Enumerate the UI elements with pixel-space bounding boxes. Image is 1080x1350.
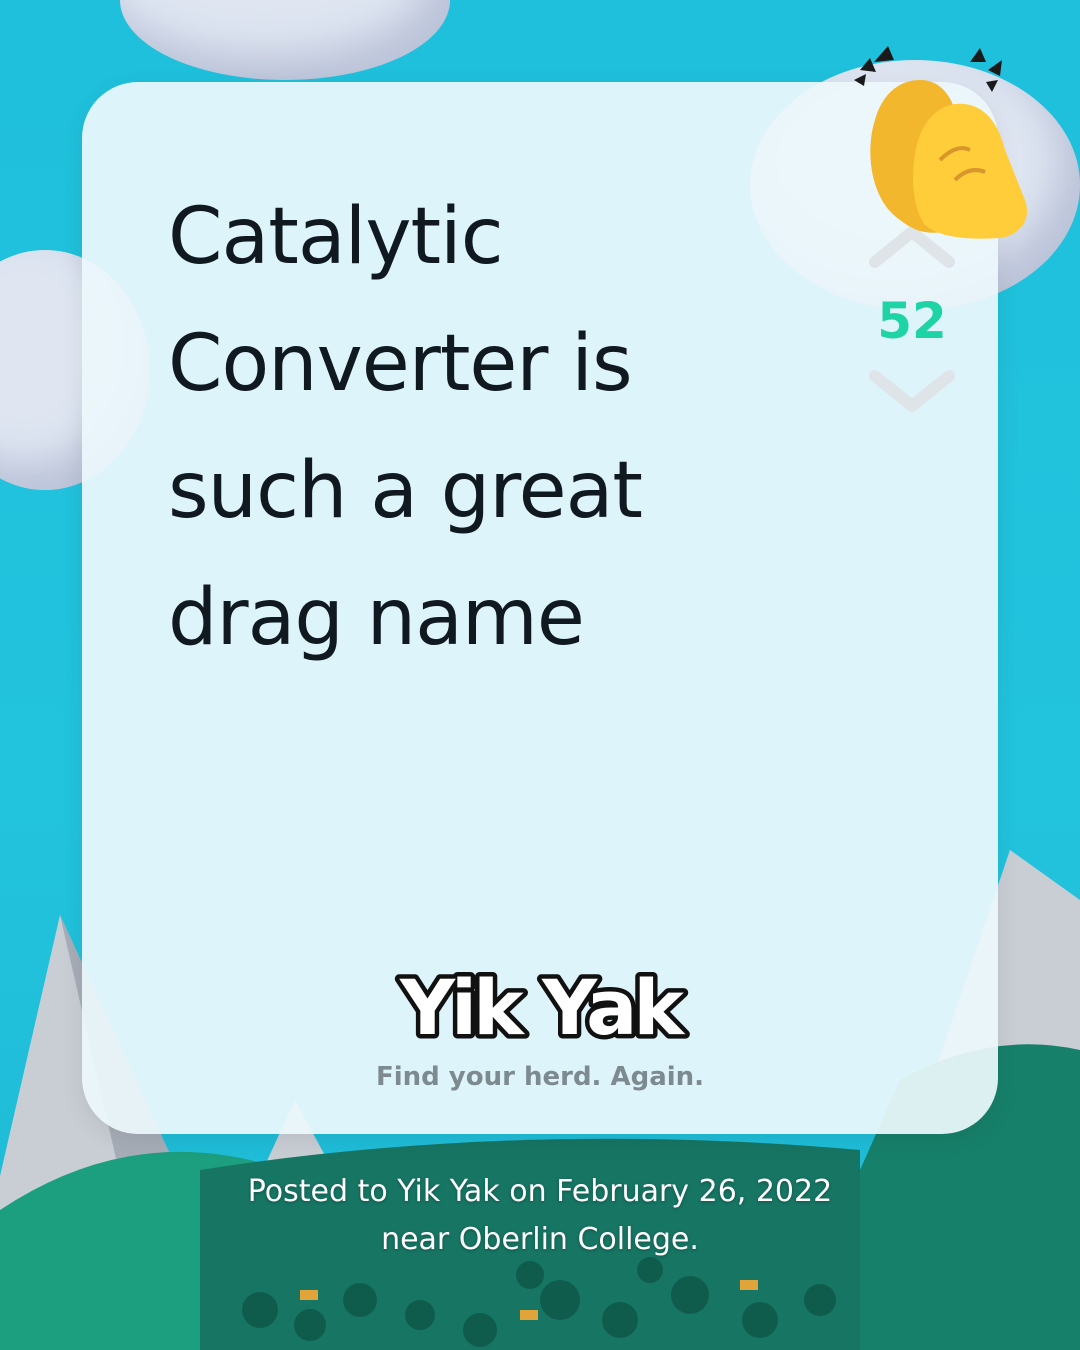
vote-control: 52 [862,222,962,416]
logo: Yik Yak [395,959,694,1057]
post-caption: Posted to Yik Yak on February 26, 2022 n… [247,1174,833,1257]
vote-score: 52 [877,292,947,350]
chevron-down-icon[interactable] [867,368,957,416]
post-text: Catalytic Converter is such a great drag… [168,192,643,663]
clapping-hands-icon [854,46,1028,239]
tagline: Find your herd. Again. [375,1062,705,1092]
yik-yak-logo: Yik Yak [82,952,998,1066]
svg-text:Yik Yak: Yik Yak [399,963,685,1052]
